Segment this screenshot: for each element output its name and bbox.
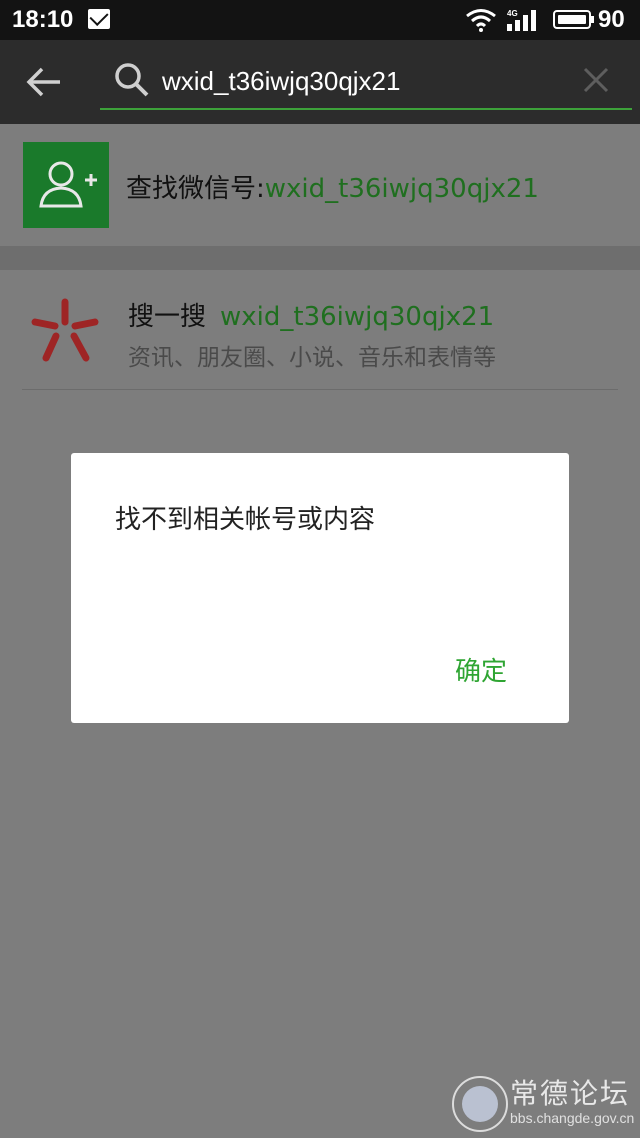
sou-yi-sou-label: 搜一搜 xyxy=(128,302,207,332)
search-input[interactable]: wxid_t36iwjq30qjx21 xyxy=(162,66,400,97)
sou-yi-sou-keyword: wxid_t36iwjq30qjx21 xyxy=(220,302,495,332)
battery-level: 90 xyxy=(598,6,625,33)
not-found-dialog: 找不到相关帐号或内容 确定 xyxy=(71,453,569,723)
find-label-value: wxid_t36iwjq30qjx21 xyxy=(264,174,539,204)
find-label-prefix: 查找微信号: xyxy=(126,174,265,204)
row-divider xyxy=(22,389,618,390)
sou-yi-sou-title: 搜一搜 wxid_t36iwjq30qjx21 xyxy=(128,296,494,333)
battery-icon xyxy=(553,10,594,29)
watermark-url: bbs.changde.gov.cn xyxy=(510,1110,635,1126)
sou-yi-sou-subtitle: 资讯、朋友圈、小说、音乐和表情等 xyxy=(128,345,496,371)
back-arrow-icon[interactable] xyxy=(24,64,64,100)
status-bar: 18:10 4G 90 xyxy=(0,0,640,40)
dialog-message: 找不到相关帐号或内容 xyxy=(115,505,376,535)
add-friend-icon xyxy=(23,142,109,228)
watermark-seal-icon xyxy=(452,1076,508,1132)
sou-yi-sou-icon xyxy=(31,298,99,362)
search-icon xyxy=(115,63,149,97)
status-time: 18:10 xyxy=(12,6,74,33)
network-type-label: 4G xyxy=(507,9,518,18)
sou-yi-sou-row[interactable]: 搜一搜 wxid_t36iwjq30qjx21 资讯、朋友圈、小说、音乐和表情等 xyxy=(0,270,640,390)
watermark-title: 常德论坛 xyxy=(510,1077,631,1110)
search-field[interactable]: wxid_t36iwjq30qjx21 xyxy=(100,56,632,110)
search-header: wxid_t36iwjq30qjx21 xyxy=(0,40,640,124)
wifi-icon xyxy=(466,9,496,32)
confirm-button[interactable]: 确定 xyxy=(455,651,507,688)
mail-notification-icon xyxy=(88,9,110,29)
find-wechat-id-row[interactable]: 查找微信号:wxid_t36iwjq30qjx21 xyxy=(0,124,640,246)
signal-icon: 4G xyxy=(507,9,536,31)
clear-icon[interactable] xyxy=(582,66,610,94)
find-wechat-id-label: 查找微信号:wxid_t36iwjq30qjx21 xyxy=(126,168,539,205)
forum-watermark: 常德论坛 bbs.changde.gov.cn xyxy=(452,1072,634,1134)
section-divider xyxy=(0,246,640,270)
